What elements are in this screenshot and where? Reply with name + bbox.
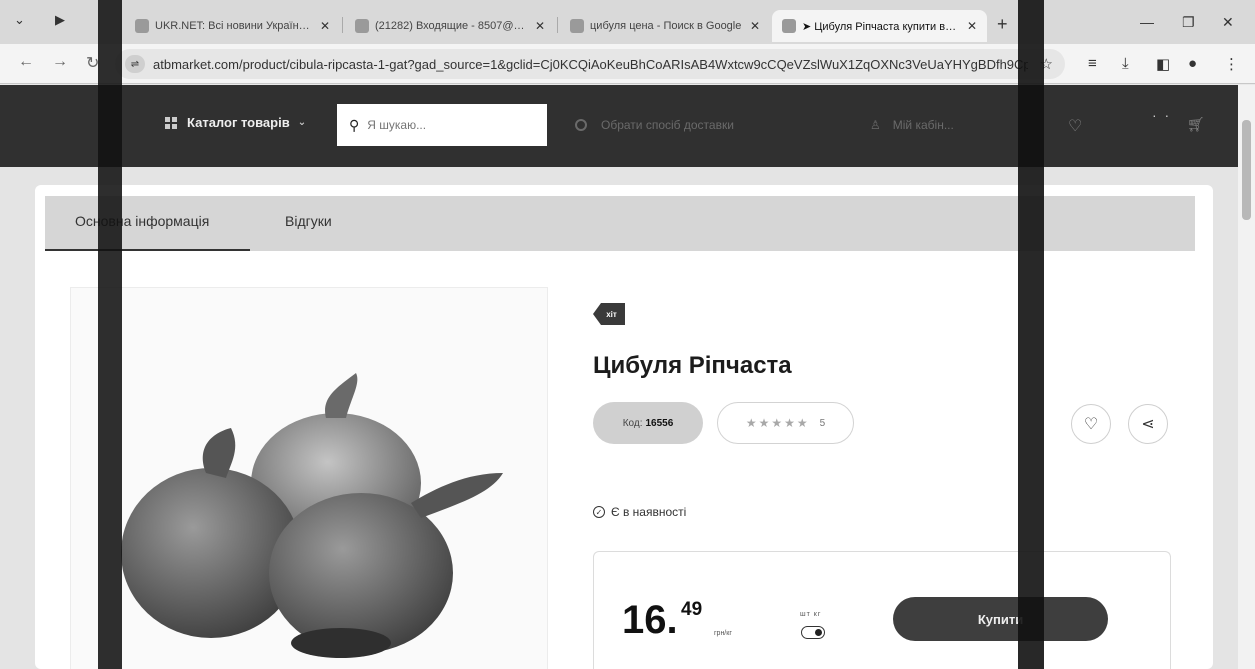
chevron-down-icon: ⌄ [297,117,307,128]
tab-main-info[interactable]: Основна інформація [75,213,209,229]
onion-image [121,373,503,658]
search-input[interactable] [367,118,528,132]
tab-ukrnet[interactable]: UKR.NET: Всі новини України, … ✕ [125,10,340,42]
product-code: Код: 16556 [593,402,703,444]
unit-switch-label: шт кг [800,611,822,618]
product-title: Цибуля Ріпчаста [593,352,792,379]
search-icon: ⚲ [349,116,360,133]
close-tab-icon[interactable]: ✕ [967,19,977,33]
scan-artifact-stripe [98,0,122,669]
cart-icon[interactable]: 🛒︎ [1187,116,1205,133]
share-icon: ⋖ [1141,416,1155,433]
site-header: Каталог товарів ⌄ ⚲ Обрати спосіб достав… [0,85,1238,167]
catalog-label: Каталог товарів [187,115,290,130]
close-tab-icon[interactable]: ✕ [750,19,760,33]
scan-artifact-stripe [1018,0,1044,669]
mail-favicon-icon [355,19,369,33]
catalog-grid-icon [165,116,177,129]
forward-icon[interactable]: → [52,53,68,71]
side-panel-icon[interactable]: ◧ [1156,55,1170,73]
close-window-icon[interactable]: ✕ [1222,14,1234,31]
ukrnet-favicon-icon [135,19,149,33]
url-text: atbmarket.com/product/cibula-ripcasta-1-… [153,56,1028,72]
heart-icon: ♡ [1083,416,1099,433]
browser-tab-bar: ⌄ ▶ UKR.NET: Всі новини України, … ✕ (21… [0,0,1255,44]
rating-badge[interactable]: ★★★★★ 5 [717,402,854,444]
add-to-favorites-button[interactable]: ♡ [1071,404,1111,444]
unit-toggle[interactable] [801,626,825,639]
atb-favicon-icon [782,19,796,33]
tab-search-icon[interactable]: ⌄ [14,12,25,28]
favorites-icon[interactable]: ♡ [1068,116,1082,136]
media-control-icon[interactable]: ≡ [1088,55,1097,72]
catalog-button[interactable]: Каталог товарів ⌄ [165,115,306,130]
price-unit: грн/кг [714,630,732,637]
product-image[interactable] [70,287,548,669]
user-icon: ♙ [870,118,881,132]
restore-icon[interactable]: ❐ [1182,14,1195,31]
search-box[interactable]: ⚲ [337,104,547,146]
location-pin-icon [575,119,587,131]
back-icon[interactable]: ← [18,53,34,71]
more-dots-icon: · · [1152,107,1172,123]
share-button[interactable]: ⋖ [1128,404,1168,444]
tab-mail[interactable]: (21282) Входящие - 8507@ukr… ✕ [345,10,555,42]
buy-button[interactable]: Купити [893,597,1108,641]
delivery-selector[interactable]: Обрати спосіб доставки [575,118,734,132]
new-tab-button[interactable]: + [997,14,1008,35]
rating-count: 5 [819,417,826,429]
youtube-icon[interactable]: ▶ [55,12,65,28]
minimize-icon[interactable]: — [1140,14,1154,30]
close-tab-icon[interactable]: ✕ [535,19,545,33]
google-favicon-icon [570,19,584,33]
tab-reviews[interactable]: Відгуки [285,213,332,229]
account-link[interactable]: ♙ Мій кабін... [870,118,954,132]
download-icon[interactable]: ⤓ [1122,55,1129,72]
active-tab-underline [45,249,250,251]
availability-status: ✓ Є в наявності [593,505,686,519]
tab-atb-product[interactable]: ➤ Цибуля Ріпчаста купити в К… ✕ [772,10,987,42]
price-fraction: 49 [681,599,703,620]
price-integer: 16. [622,598,678,642]
url-field[interactable]: ⇌ atbmarket.com/product/cibula-ripcasta-… [115,49,1065,79]
star-rating-icon: ★★★★★ [745,416,810,430]
site-info-icon[interactable]: ⇌ [125,55,145,73]
toggle-knob [815,628,822,636]
browser-menu-icon[interactable]: ⋮ [1224,55,1239,73]
scrollbar-thumb[interactable] [1242,120,1251,220]
close-tab-icon[interactable]: ✕ [320,19,330,33]
browser-address-bar: ← → ↻ ⇌ atbmarket.com/product/cibula-rip… [0,44,1255,84]
tab-google-search[interactable]: цибуля цена - Поиск в Google ✕ [560,10,770,42]
check-circle-icon: ✓ [593,506,605,518]
profile-avatar-icon[interactable]: ● [1188,55,1197,72]
